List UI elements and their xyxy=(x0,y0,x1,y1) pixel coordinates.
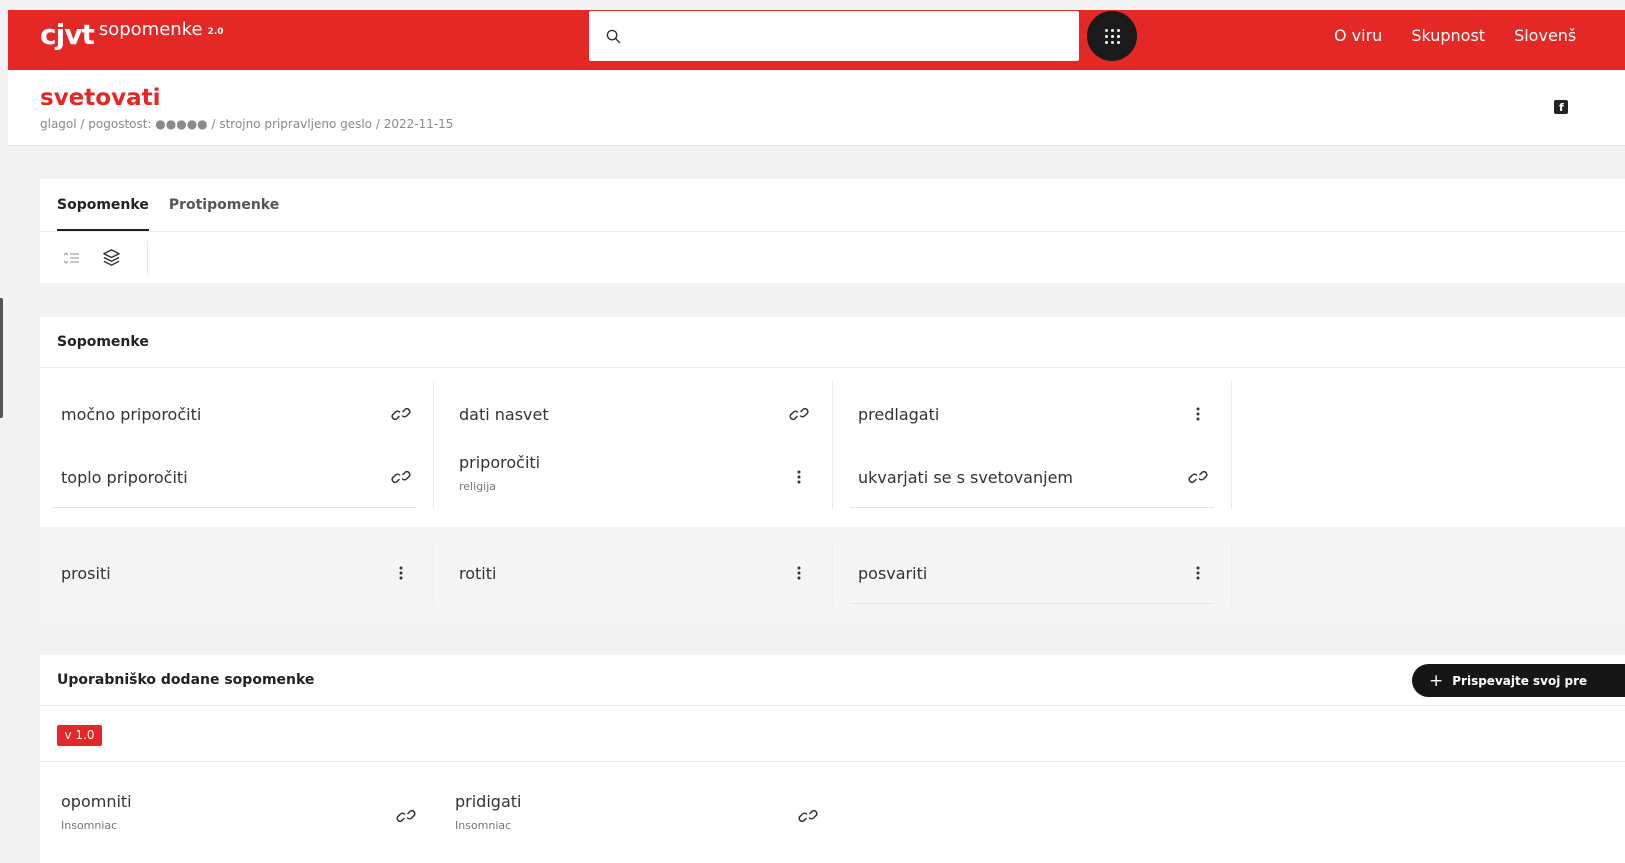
entry-meta: glagol / pogostost: ●●●●● / strojno prip… xyxy=(40,117,454,131)
top-bar: cjvt sopomenke 2.0 O viru Skupnost Slove… xyxy=(8,10,1625,70)
synonym-item[interactable]: prositi xyxy=(53,543,417,603)
column-separator xyxy=(1231,541,1232,605)
user-synonym-item[interactable]: pridigati Insomniac xyxy=(447,786,824,846)
divider xyxy=(40,761,1625,762)
divider xyxy=(850,507,1214,508)
synonym-item[interactable]: močno priporočiti xyxy=(53,384,417,444)
entry-header: svetovati glagol / pogostost: ●●●●● / st… xyxy=(8,70,1625,146)
synonym-text: prositi xyxy=(61,563,111,583)
synonym-text: posvariti xyxy=(858,563,928,583)
more-icon[interactable] xyxy=(1188,563,1208,583)
synonym-item[interactable]: ukvarjati se s svetovanjem xyxy=(850,447,1214,507)
column-separator xyxy=(832,541,833,605)
synonym-text: priporočiti xyxy=(459,453,541,472)
version-badge: v 1.0 xyxy=(57,725,102,746)
link-icon[interactable] xyxy=(1188,467,1208,487)
side-handle[interactable] xyxy=(0,298,3,418)
link-icon[interactable] xyxy=(798,806,818,826)
facebook-icon[interactable]: f xyxy=(1554,100,1568,114)
section-title: Uporabniško dodane sopomenke xyxy=(57,672,315,688)
more-icon[interactable] xyxy=(1188,404,1208,424)
link-icon[interactable] xyxy=(789,404,809,424)
nav-link-skupnost[interactable]: Skupnost xyxy=(1411,26,1485,45)
toolbar xyxy=(57,232,148,283)
contributor-name: Insomniac xyxy=(61,819,118,832)
divider xyxy=(850,603,1214,604)
nav-link-language[interactable]: Slovenš xyxy=(1514,26,1576,45)
synonym-item[interactable]: posvariti xyxy=(850,543,1214,603)
link-icon[interactable] xyxy=(391,467,411,487)
apps-menu-button[interactable] xyxy=(1087,11,1137,61)
synonym-text: močno priporočiti xyxy=(61,404,202,424)
synonym-text: toplo priporočiti xyxy=(61,467,188,487)
logo-name: sopomenke xyxy=(98,19,203,40)
column-separator xyxy=(433,541,434,605)
sort-button[interactable] xyxy=(57,244,85,272)
layers-icon xyxy=(102,249,120,266)
divider xyxy=(53,507,417,508)
synonym-item[interactable]: priporočiti religija xyxy=(451,447,815,507)
divider xyxy=(40,705,1625,706)
column-separator xyxy=(1231,381,1232,509)
synonyms-card: Sopomenke močno priporočiti dati nasvet … xyxy=(40,317,1625,623)
logo-version: 2.0 xyxy=(207,27,224,37)
tab-sopomenke[interactable]: Sopomenke xyxy=(57,179,149,231)
plus-icon: + xyxy=(1429,670,1444,691)
contributor-name: Insomniac xyxy=(455,819,512,832)
synonym-item[interactable]: predlagati xyxy=(850,384,1214,444)
user-synonyms-card: Uporabniško dodane sopomenke + Prispevaj… xyxy=(40,655,1625,863)
synonym-text: ukvarjati se s svetovanjem xyxy=(858,467,1073,487)
search-icon xyxy=(606,29,621,44)
user-synonym-item[interactable]: opomniti Insomniac xyxy=(53,786,422,846)
page-frame: cjvt sopomenke 2.0 O viru Skupnost Slove… xyxy=(8,10,1625,863)
toolbar-separator xyxy=(147,240,148,275)
divider xyxy=(40,231,1625,232)
synonym-text: pridigati xyxy=(455,792,522,811)
contribute-button[interactable]: + Prispevajte svoj pre xyxy=(1412,664,1625,697)
column-separator xyxy=(433,381,434,509)
section-title: Sopomenke xyxy=(57,334,149,350)
top-nav: O viru Skupnost Slovenš xyxy=(1334,10,1576,60)
tab-bar: Sopomenke Protipomenke xyxy=(57,179,279,231)
synonym-text: dati nasvet xyxy=(459,404,549,424)
divider xyxy=(40,367,1625,368)
synonym-text: opomniti xyxy=(61,792,132,811)
synonym-item[interactable]: dati nasvet xyxy=(451,384,815,444)
contribute-label: Prispevajte svoj pre xyxy=(1452,673,1588,688)
sort-list-icon xyxy=(63,251,79,264)
link-icon[interactable] xyxy=(391,404,411,424)
nav-link-o-viru[interactable]: O viru xyxy=(1334,26,1382,45)
synonym-label: religija xyxy=(459,480,496,493)
column-separator xyxy=(832,381,833,509)
synonym-text: predlagati xyxy=(858,404,940,424)
logo[interactable]: cjvt sopomenke 2.0 xyxy=(40,19,224,51)
page-title: svetovati xyxy=(40,85,161,111)
tabs-card: Sopomenke Protipomenke xyxy=(40,179,1625,283)
synonym-text: rotiti xyxy=(459,563,497,583)
tab-protipomenke[interactable]: Protipomenke xyxy=(169,179,279,231)
more-icon[interactable] xyxy=(789,467,809,487)
link-icon[interactable] xyxy=(396,806,416,826)
search-input[interactable] xyxy=(631,16,1079,56)
search-box xyxy=(589,11,1079,61)
grid-icon xyxy=(1104,28,1120,44)
more-icon[interactable] xyxy=(391,563,411,583)
synonym-item[interactable]: rotiti xyxy=(451,543,815,603)
more-icon[interactable] xyxy=(789,563,809,583)
synonym-item[interactable]: toplo priporočiti xyxy=(53,447,417,507)
group-button[interactable] xyxy=(97,244,125,272)
logo-mark: cjvt xyxy=(40,18,95,51)
